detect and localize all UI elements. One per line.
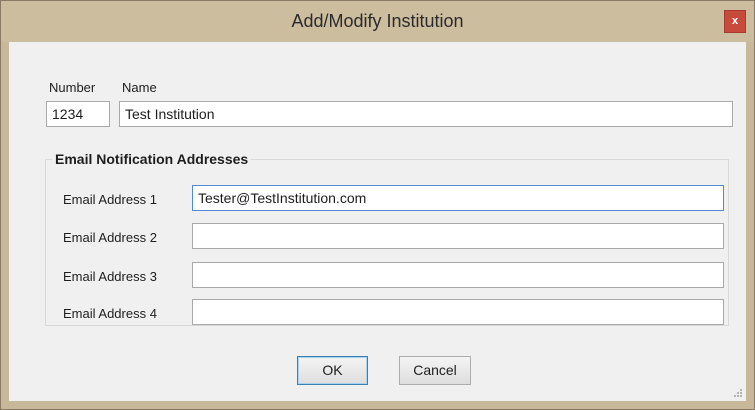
close-icon: x bbox=[731, 15, 739, 27]
title-bar[interactable]: Add/Modify Institution x bbox=[1, 1, 754, 42]
email-address-1-label: Email Address 1 bbox=[63, 192, 157, 207]
email-address-4-field[interactable] bbox=[192, 299, 724, 325]
email-address-3-field[interactable] bbox=[192, 262, 724, 288]
email-address-2-label: Email Address 2 bbox=[63, 230, 157, 245]
close-button[interactable]: x bbox=[724, 10, 746, 33]
ok-button[interactable]: OK bbox=[297, 356, 368, 385]
number-label: Number bbox=[49, 80, 96, 95]
cancel-button[interactable]: Cancel bbox=[399, 356, 471, 385]
number-field[interactable]: 1234 bbox=[46, 101, 110, 127]
name-label: Name bbox=[122, 80, 157, 95]
dialog-body: Number Name 1234 Test Institution Email … bbox=[9, 42, 746, 401]
dialog-window: Add/Modify Institution x Number Name 123… bbox=[0, 0, 755, 410]
name-field[interactable]: Test Institution bbox=[119, 101, 733, 127]
email-group-title: Email Notification Addresses bbox=[52, 151, 252, 167]
window-title: Add/Modify Institution bbox=[291, 11, 464, 31]
email-address-1-field[interactable]: Tester@TestInstitution.com bbox=[192, 185, 724, 211]
email-address-4-label: Email Address 4 bbox=[63, 306, 157, 321]
email-address-2-field[interactable] bbox=[192, 223, 724, 249]
resize-grip-icon[interactable] bbox=[733, 388, 743, 398]
email-address-3-label: Email Address 3 bbox=[63, 269, 157, 284]
